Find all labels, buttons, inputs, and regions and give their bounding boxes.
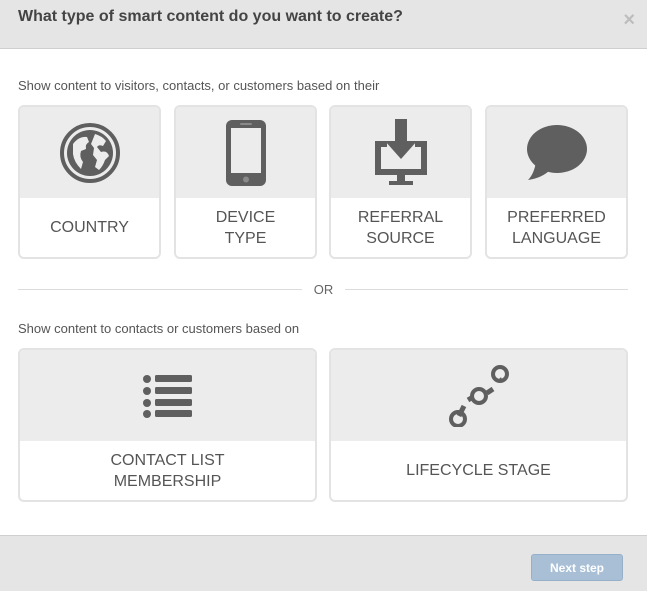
card-label-line2: LANGUAGE (512, 229, 601, 247)
preferred-language-card[interactable]: PREFERRED LANGUAGE (485, 105, 628, 259)
card-label-line1: PREFERRED (507, 208, 606, 226)
smartphone-icon (225, 119, 266, 186)
country-card[interactable]: COUNTRY (18, 105, 161, 259)
card-icon-area (20, 350, 315, 441)
next-step-button[interactable]: Next step (531, 554, 623, 581)
card-label: REFERRAL SOURCE (331, 198, 470, 257)
card-label: LIFECYCLE STAGE (331, 441, 626, 500)
card-label: COUNTRY (20, 198, 159, 257)
speech-bubble-icon (526, 124, 587, 180)
card-label-line1: CONTACT LIST (110, 451, 225, 469)
or-divider-text: OR (313, 282, 334, 297)
divider-line-left (18, 289, 302, 290)
card-label-line1: COUNTRY (50, 219, 129, 236)
card-label: PREFERRED LANGUAGE (487, 198, 626, 257)
device-type-card[interactable]: DEVICE TYPE (174, 105, 317, 259)
lifecycle-stage-card[interactable]: LIFECYCLE STAGE (329, 348, 628, 502)
section-contacts-label: Show content to contacts or customers ba… (18, 321, 300, 336)
card-icon-area (487, 107, 626, 198)
card-label-line2: MEMBERSHIP (113, 472, 222, 490)
card-icon-area (20, 107, 159, 198)
section-visitors-label: Show content to visitors, contacts, or c… (18, 78, 380, 93)
card-icon-area (331, 107, 470, 198)
card-label: CONTACT LIST MEMBERSHIP (20, 441, 315, 500)
stage-path-icon (448, 364, 509, 427)
contact-list-membership-card[interactable]: CONTACT LIST MEMBERSHIP (18, 348, 317, 502)
globe-icon (59, 122, 120, 183)
card-label-line2: TYPE (224, 229, 267, 247)
card-icon-area (176, 107, 315, 198)
card-label-line1: DEVICE (215, 208, 276, 226)
download-monitor-icon (374, 118, 427, 185)
modal-title: What type of smart content do you want t… (18, 8, 403, 25)
card-label: DEVICE TYPE (176, 198, 315, 257)
list-icon (142, 374, 192, 418)
modal-header: What type of smart content do you want t… (0, 0, 647, 49)
divider-line-right (345, 289, 628, 290)
card-label-line2: SOURCE (366, 229, 435, 247)
card-label-line1: LIFECYCLE STAGE (406, 462, 551, 479)
card-icon-area (331, 350, 626, 441)
card-label-line1: REFERRAL (357, 208, 444, 226)
close-icon[interactable]: × (623, 10, 635, 30)
modal-footer: Next step (0, 535, 647, 591)
referral-source-card[interactable]: REFERRAL SOURCE (329, 105, 472, 259)
